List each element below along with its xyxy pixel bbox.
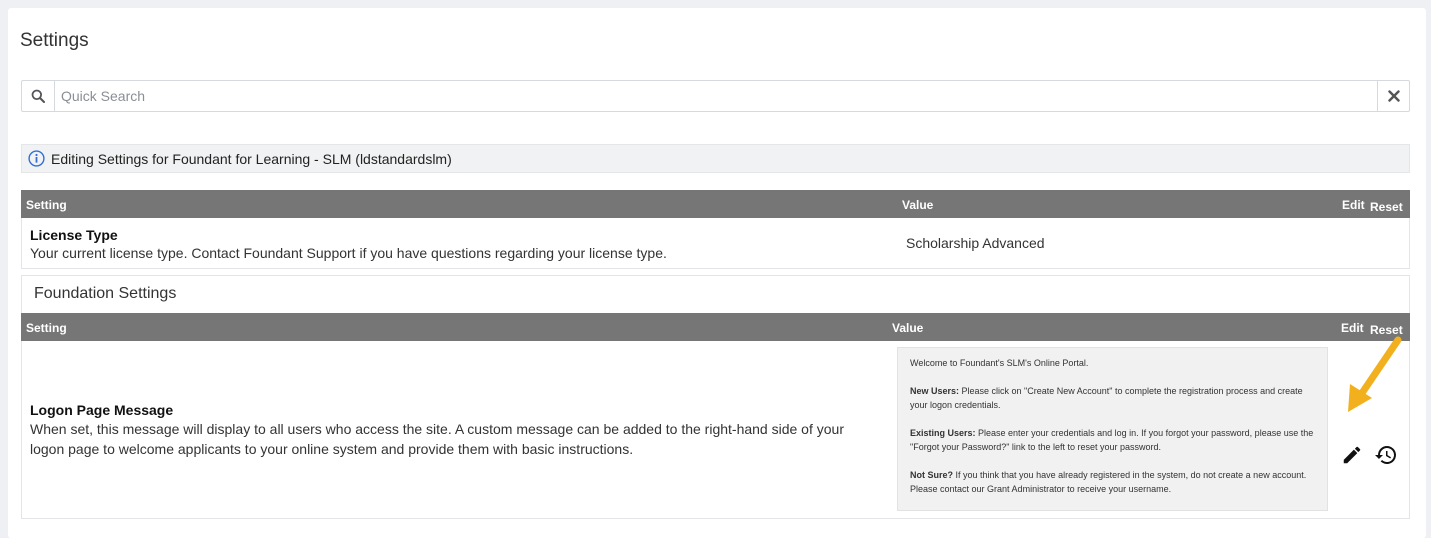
logon-message-preview: Welcome to Foundant's SLM's Online Porta… [897, 347, 1328, 511]
column-header-reset: Reset [1370, 200, 1403, 214]
setting-value: Scholarship Advanced [906, 235, 1045, 251]
history-icon[interactable] [1374, 443, 1398, 467]
column-header-edit: Edit [1341, 321, 1364, 335]
info-banner-text: Editing Settings for Foundant for Learni… [51, 150, 452, 167]
search-icon [22, 81, 55, 111]
info-banner: Editing Settings for Foundant for Learni… [21, 144, 1410, 173]
message-paragraph: Welcome to Foundant's SLM's Online Porta… [910, 358, 1089, 368]
setting-description: Your current license type. Contact Found… [30, 245, 667, 261]
search-input[interactable] [55, 82, 1377, 110]
setting-name: License Type [30, 227, 118, 243]
info-icon [28, 150, 45, 167]
setting-name: Logon Page Message [30, 402, 174, 418]
table-row: Logon Page Message When set, this messag… [21, 341, 1410, 519]
grid-header: Setting Value Edit Reset [21, 190, 1410, 218]
section-title: Foundation Settings [21, 275, 1410, 313]
table-row: License Type Your current license type. … [21, 218, 1410, 269]
column-header-setting: Setting [26, 321, 67, 335]
column-header-edit: Edit [1342, 198, 1365, 212]
message-paragraph: New Users: Please click on "Create New A… [910, 386, 1303, 410]
column-header-value: Value [892, 321, 924, 335]
pencil-icon[interactable] [1340, 443, 1364, 467]
quick-search-bar [21, 80, 1410, 112]
setting-description: When set, this message will display to a… [30, 421, 844, 457]
close-icon[interactable] [1377, 81, 1409, 111]
column-header-reset: Reset [1370, 323, 1403, 337]
column-header-setting: Setting [26, 198, 67, 212]
column-header-value: Value [902, 198, 934, 212]
grid-header: Setting Value Edit Reset [21, 313, 1410, 341]
message-paragraph: Existing Users: Please enter your creden… [910, 428, 1314, 452]
general-settings-grid: Setting Value Edit Reset License Type Yo… [21, 190, 1410, 269]
foundation-settings-grid: Setting Value Edit Reset Logon Page Mess… [21, 313, 1410, 519]
page-title: Settings [20, 30, 89, 51]
message-paragraph: Not Sure? If you think that you have alr… [910, 470, 1307, 494]
